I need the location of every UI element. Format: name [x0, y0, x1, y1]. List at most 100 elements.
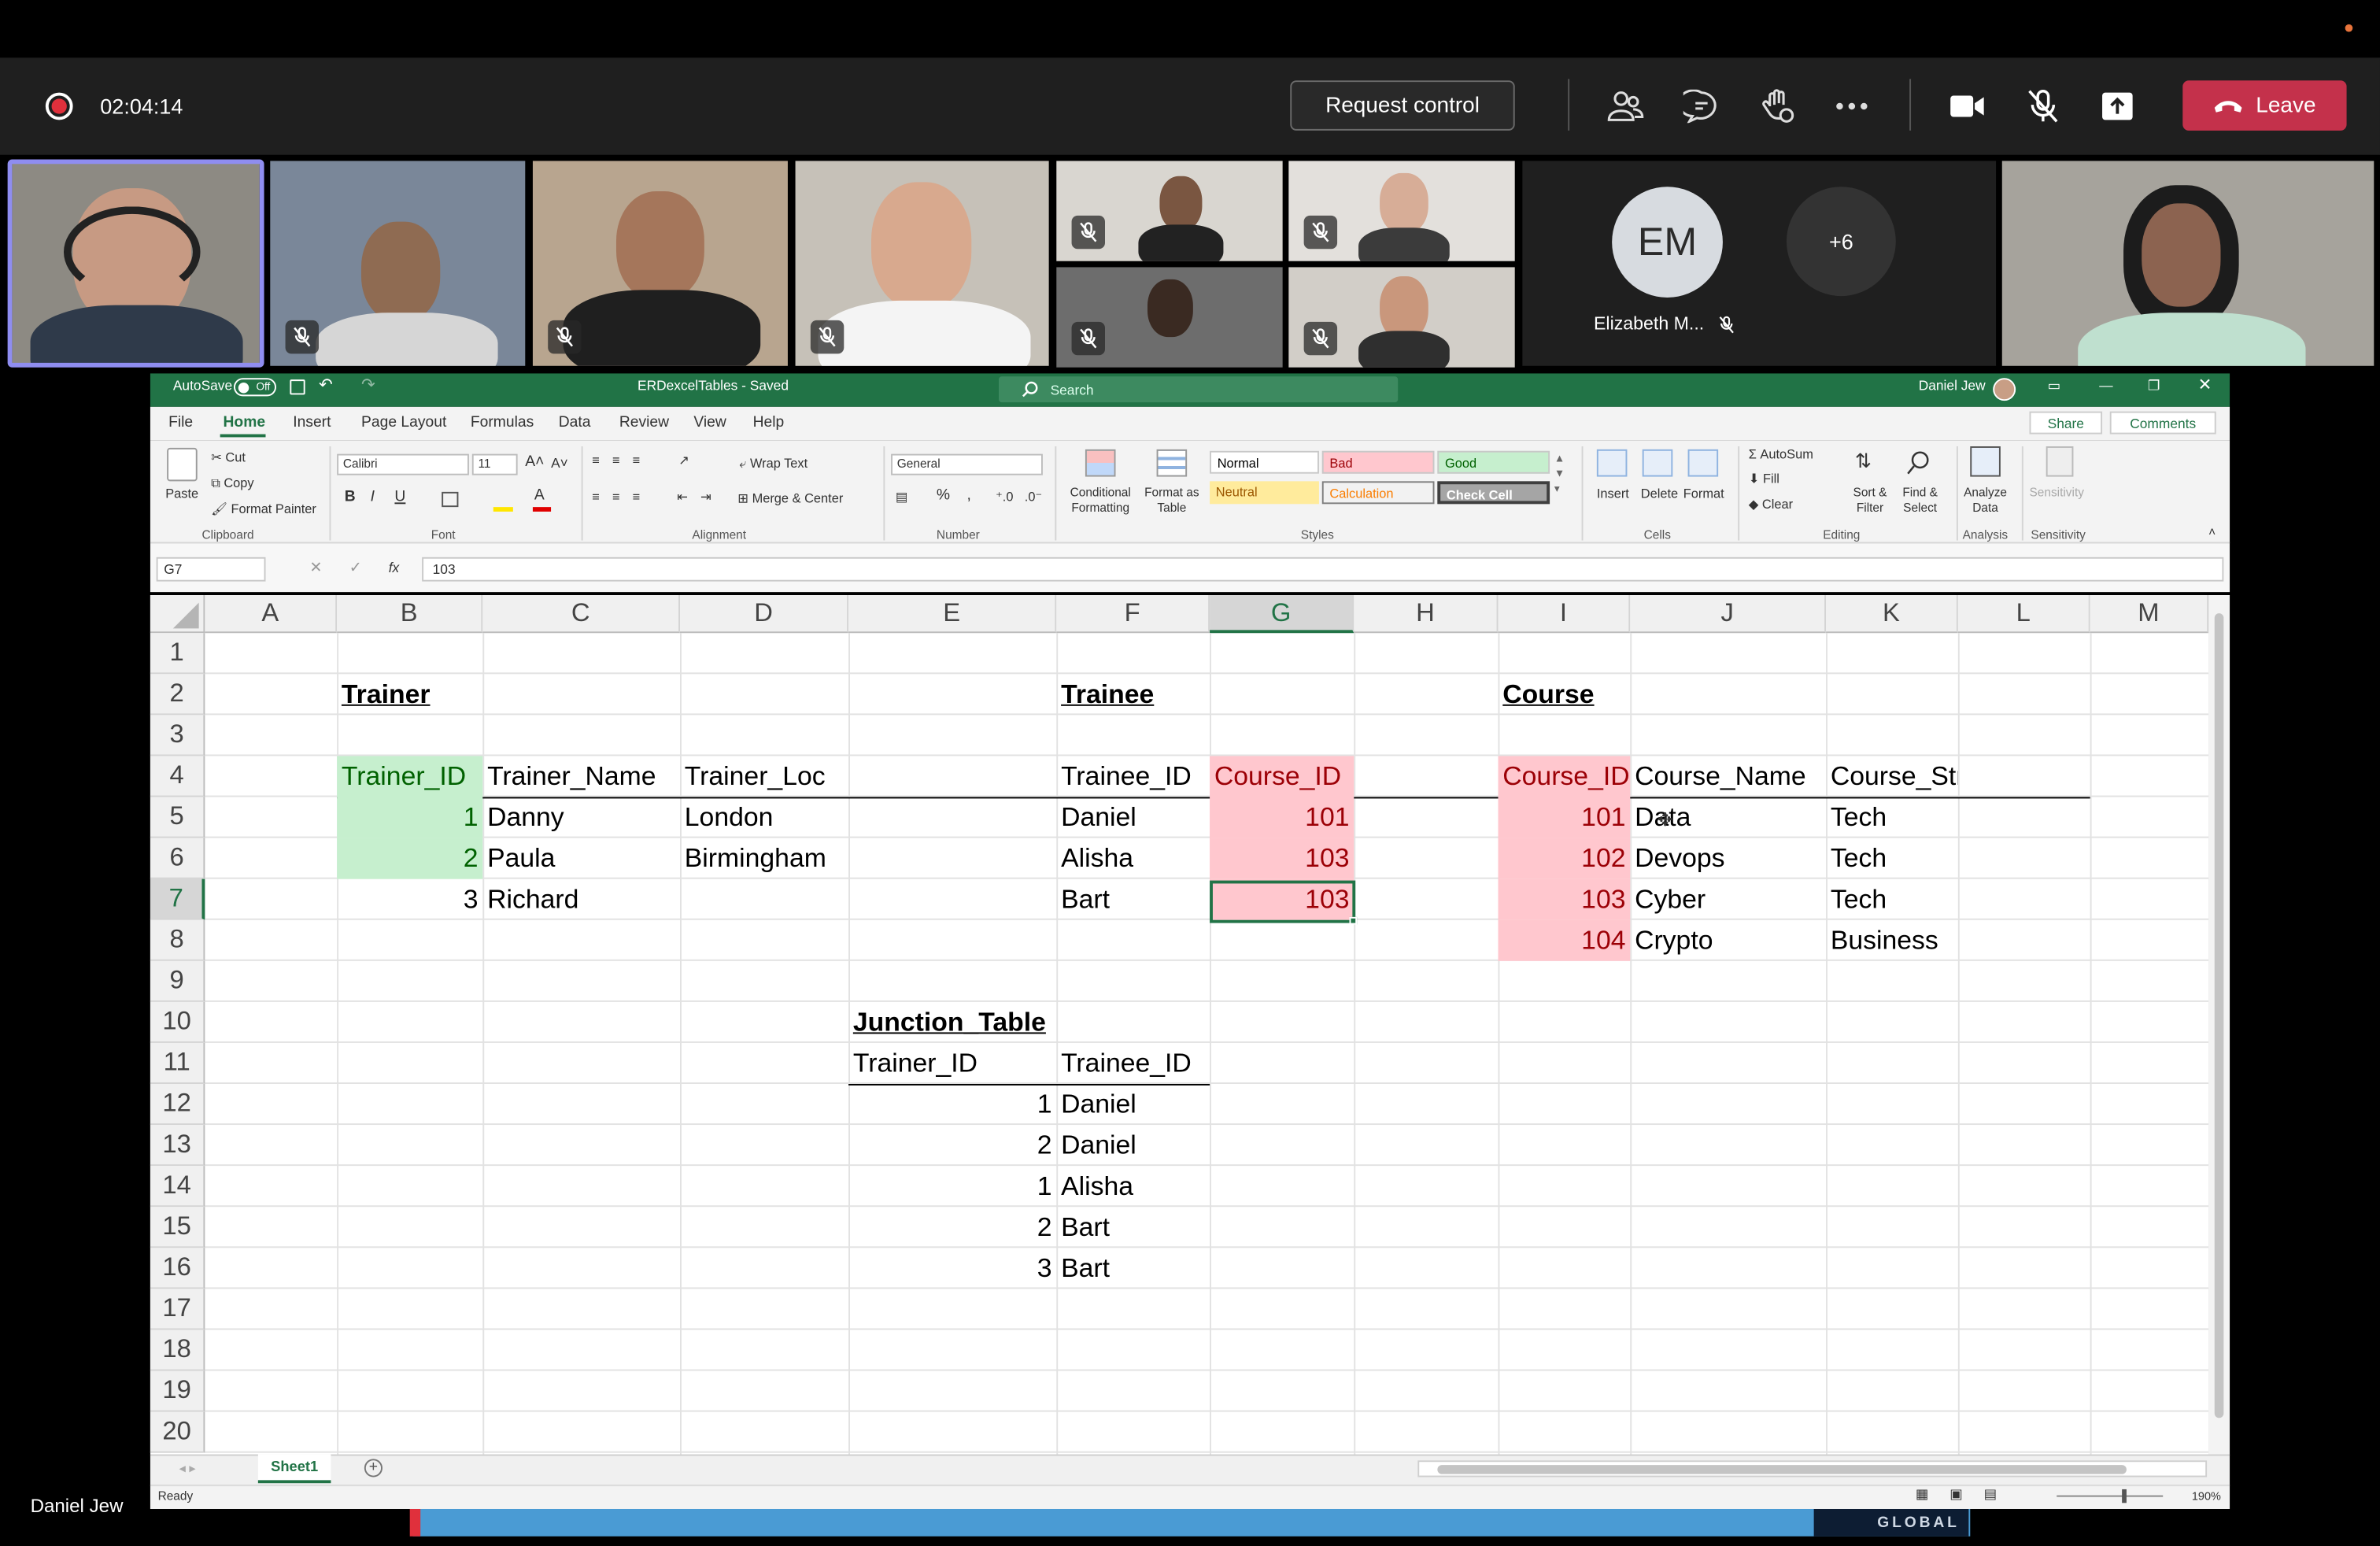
course-stream-cell[interactable]: Business	[1826, 920, 1958, 961]
enter-formula-icon[interactable]: ✓	[349, 560, 362, 577]
format-as-table-button[interactable]: Format as Table	[1141, 486, 1202, 516]
sheet-nav-icons[interactable]: ◂ ▸	[179, 1460, 196, 1477]
styles-scroll-icon[interactable]: ▲ ▼ ▾	[1554, 453, 1565, 498]
decrease-font-icon[interactable]: A˅	[551, 456, 568, 471]
junction-trainee-cell[interactable]: Bart	[1056, 1248, 1210, 1289]
indent-icons[interactable]: ⇤ ⇥	[677, 489, 715, 505]
junction-trainer-cell[interactable]: 2	[848, 1125, 1056, 1166]
column-header[interactable]: L	[1957, 594, 2090, 634]
junction-trainee-cell[interactable]: Daniel	[1056, 1125, 1210, 1166]
increase-decimal-icon[interactable]: ⁺.0	[996, 489, 1013, 505]
course-stream-cell[interactable]: Tech	[1826, 879, 1958, 920]
trainee-id-cell[interactable]: Bart	[1056, 879, 1210, 920]
row-header[interactable]: 12	[150, 1083, 205, 1126]
column-header[interactable]: B	[337, 594, 483, 634]
wrap-text-button[interactable]: ⤶ Wrap Text	[739, 456, 808, 472]
trainee-id-cell[interactable]: Daniel	[1056, 797, 1210, 838]
style-good[interactable]: Good	[1437, 450, 1550, 474]
row-header[interactable]: 8	[150, 919, 205, 961]
row-header[interactable]: 4	[150, 756, 205, 797]
ribbon-display-icon[interactable]: ▭	[2048, 378, 2060, 394]
save-icon[interactable]	[290, 379, 305, 395]
percent-icon[interactable]: %	[937, 487, 950, 504]
paste-button[interactable]: Paste	[165, 486, 198, 501]
cut-button[interactable]: ✂ Cut	[211, 449, 246, 466]
column-header[interactable]: D	[679, 594, 849, 634]
video-tile[interactable]	[1056, 267, 1283, 368]
increase-font-icon[interactable]: A˄	[525, 454, 544, 471]
zoom-slider[interactable]	[2057, 1495, 2164, 1497]
row-header[interactable]: 3	[150, 715, 205, 756]
column-label[interactable]: Trainee_ID	[1056, 756, 1210, 797]
paste-icon[interactable]	[167, 447, 198, 482]
conditional-formatting-button[interactable]: Conditional Formatting	[1067, 486, 1134, 516]
format-cells-button[interactable]: Format	[1683, 486, 1724, 501]
more-options-icon[interactable]	[1831, 87, 1873, 126]
italic-icon[interactable]: I	[371, 489, 375, 505]
horizontal-align-icons[interactable]: ≡ ≡ ≡	[592, 489, 645, 504]
trainer-loc-cell[interactable]	[680, 879, 848, 920]
trainer-id-cell[interactable]: 1	[337, 797, 483, 838]
analyze-data-button[interactable]: Analyze Data	[1960, 486, 2012, 516]
participant-avatar[interactable]: EM	[1612, 187, 1723, 298]
tab-help[interactable]: Help	[753, 414, 785, 431]
name-box[interactable]: G7	[156, 557, 266, 582]
undo-icon[interactable]: ↶	[319, 375, 333, 394]
column-label[interactable]: Course_Name	[1630, 756, 1826, 797]
row-header[interactable]: 18	[150, 1330, 205, 1371]
trainer-loc-cell[interactable]: London	[680, 797, 848, 838]
row-header[interactable]: 19	[150, 1370, 205, 1412]
formula-bar[interactable]: 103	[422, 557, 2224, 582]
trainer-id-cell[interactable]: 2	[337, 838, 483, 879]
trainer-name-cell[interactable]: Paula	[482, 838, 680, 879]
column-label[interactable]: Trainer_ID	[337, 756, 483, 797]
vertical-scrollbar[interactable]	[2208, 594, 2230, 1455]
font-color-icon[interactable]: A	[534, 487, 545, 504]
sort-filter-icon[interactable]: ⇅	[1855, 449, 1872, 474]
row-header[interactable]: 20	[150, 1411, 205, 1453]
column-label[interactable]: Trainer_ID	[848, 1043, 1056, 1084]
font-size-select[interactable]: 11	[471, 453, 518, 475]
junction-trainee-cell[interactable]: Bart	[1056, 1207, 1210, 1248]
conditional-formatting-icon[interactable]	[1085, 449, 1116, 477]
minimize-icon[interactable]: —	[2099, 378, 2112, 393]
fill-button[interactable]: ⬇ Fill	[1749, 471, 1779, 487]
column-label[interactable]: Trainer_Loc	[680, 756, 848, 797]
tab-formulas[interactable]: Formulas	[471, 414, 534, 431]
style-check-cell[interactable]: Check Cell	[1437, 481, 1550, 505]
zoom-slider-thumb[interactable]	[2122, 1489, 2127, 1503]
row-header[interactable]: 15	[150, 1207, 205, 1248]
video-tile[interactable]	[1056, 161, 1283, 261]
course-id-cell[interactable]: 104	[1498, 919, 1631, 961]
video-tile[interactable]	[795, 161, 1049, 366]
format-as-table-icon[interactable]	[1156, 449, 1188, 477]
merge-center-button[interactable]: ⊞ Merge & Center	[737, 490, 843, 507]
junction-trainer-cell[interactable]: 1	[848, 1166, 1056, 1207]
style-bad[interactable]: Bad	[1321, 450, 1435, 474]
column-header[interactable]: E	[848, 594, 1057, 634]
fill-color-icon[interactable]	[493, 507, 513, 512]
row-header[interactable]: 7	[150, 878, 205, 920]
analyze-data-icon[interactable]	[1970, 446, 2001, 477]
insert-function-icon[interactable]: fx	[389, 560, 400, 575]
autosum-button[interactable]: Σ AutoSum	[1749, 446, 1813, 461]
course-stream-cell[interactable]: Tech	[1826, 838, 1958, 879]
style-normal[interactable]: Normal	[1210, 450, 1319, 474]
tab-file[interactable]: File	[168, 414, 193, 431]
trainer-name-cell[interactable]: Danny	[482, 797, 680, 838]
junction-trainee-cell[interactable]: Daniel	[1056, 1084, 1210, 1125]
autosave-toggle[interactable]: Off	[233, 378, 276, 397]
junction-trainer-cell[interactable]: 3	[848, 1248, 1056, 1289]
font-name-select[interactable]: Calibri	[337, 453, 469, 475]
row-header[interactable]: 2	[150, 674, 205, 716]
accounting-format-icon[interactable]: ▤	[896, 489, 907, 505]
insert-cells-button[interactable]: Insert	[1597, 486, 1629, 501]
style-neutral[interactable]: Neutral	[1210, 481, 1319, 505]
decrease-decimal-icon[interactable]: .0⁻	[1025, 489, 1042, 505]
trainee-course-cell[interactable]: 103	[1210, 838, 1354, 879]
horizontal-scrollbar[interactable]	[1417, 1460, 2208, 1478]
column-header[interactable]: H	[1354, 594, 1499, 634]
video-tile[interactable]	[1288, 267, 1515, 368]
format-cells-icon[interactable]	[1687, 449, 1719, 477]
video-tile[interactable]	[2001, 161, 2374, 366]
